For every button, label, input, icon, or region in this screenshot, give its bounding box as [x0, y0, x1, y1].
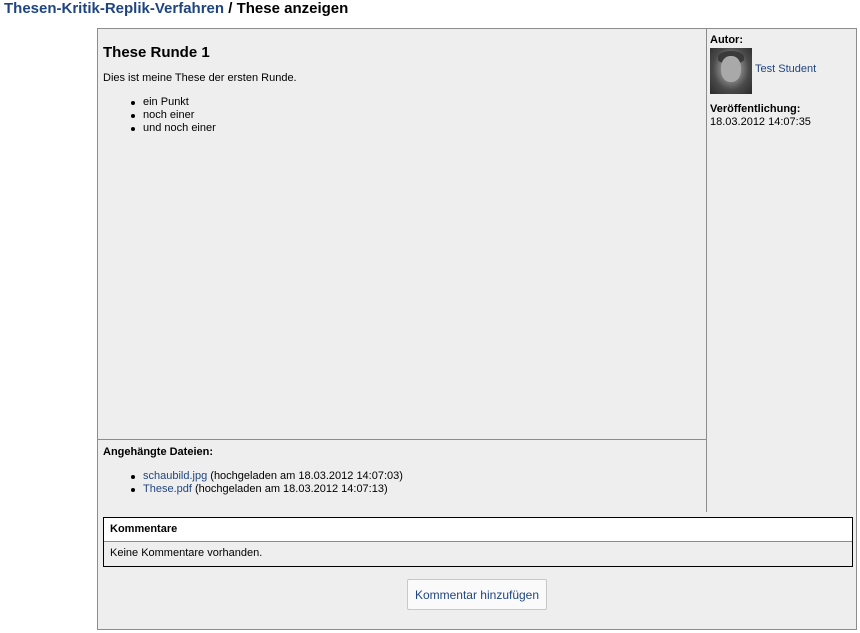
thesis-bullet-list: ein Punkt noch einer und noch einer [129, 96, 216, 135]
list-item: und noch einer [129, 122, 216, 135]
attachments-list: schaubild.jpg (hochgeladen am 18.03.2012… [129, 470, 403, 496]
page-title: Thesen-Kritik-Replik-Verfahren / These a… [4, 0, 348, 17]
comments-heading: Kommentare [104, 518, 852, 542]
attachment-item: These.pdf (hochgeladen am 18.03.2012 14:… [129, 483, 403, 496]
add-comment-button[interactable]: Kommentar hinzufügen [407, 579, 547, 610]
comments-empty-text: Keine Kommentare vorhanden. [110, 547, 263, 559]
list-item: noch einer [129, 109, 216, 122]
comments-box: Kommentare Keine Kommentare vorhanden. [103, 517, 853, 567]
avatar-face [721, 56, 741, 82]
author-sidebar: Autor: Test Student Veröffentlichung: 18… [707, 29, 856, 512]
attachments-section: Angehängte Dateien: schaubild.jpg (hochg… [98, 440, 707, 512]
breadcrumb-separator: / [224, 0, 237, 17]
author-label: Autor: [710, 34, 743, 46]
avatar [710, 48, 752, 94]
author-name-link[interactable]: Test Student [755, 63, 816, 75]
breadcrumb-link[interactable]: Thesen-Kritik-Replik-Verfahren [4, 0, 224, 17]
thesis-panel: These Runde 1 Dies ist meine These der e… [97, 28, 857, 630]
attachment-info: (hochgeladen am 18.03.2012 14:07:13) [191, 483, 388, 495]
thesis-title: These Runde 1 [103, 44, 210, 61]
attachment-item: schaubild.jpg (hochgeladen am 18.03.2012… [129, 470, 403, 483]
published-date: 18.03.2012 14:07:35 [710, 116, 811, 128]
attachment-link[interactable]: schaubild.jpg [143, 470, 207, 482]
thesis-text: Dies ist meine These der ersten Runde. [103, 72, 297, 84]
list-item: ein Punkt [129, 96, 216, 109]
attachments-heading: Angehängte Dateien: [103, 446, 214, 458]
thesis-content: These Runde 1 Dies ist meine These der e… [98, 29, 707, 440]
breadcrumb-current: These anzeigen [236, 0, 349, 17]
published-label: Veröffentlichung: [710, 103, 801, 115]
attachment-link[interactable]: These.pdf [143, 483, 192, 495]
attachment-info: (hochgeladen am 18.03.2012 14:07:03) [207, 470, 403, 482]
